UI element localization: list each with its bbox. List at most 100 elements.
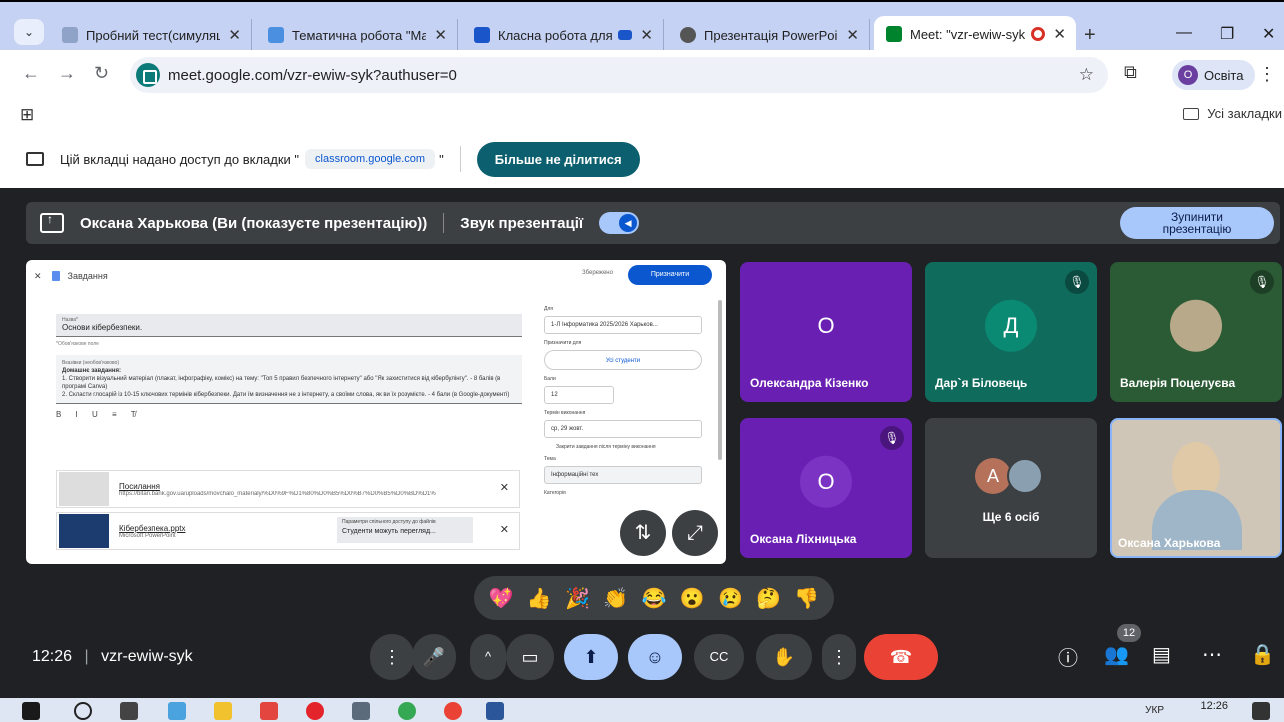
reaction-thumbs-down[interactable]: 👎 xyxy=(794,586,819,611)
test-icon xyxy=(62,27,78,43)
assignment-icon xyxy=(51,271,60,281)
swap-layout-button[interactable]: ⇅ xyxy=(620,510,666,556)
app-icon[interactable] xyxy=(260,702,278,720)
all-bookmarks-button[interactable]: Усі закладки xyxy=(1183,106,1282,121)
notifications-icon[interactable] xyxy=(1252,702,1270,720)
reload-button[interactable]: ↻ xyxy=(94,63,109,84)
tab-test[interactable]: Пробний тест(симуляці ✕ xyxy=(50,19,252,51)
avatar: О xyxy=(817,312,835,338)
bookmark-star-icon[interactable]: ☆ xyxy=(1079,65,1094,85)
tab-classwork[interactable]: Класна робота для ✕ xyxy=(462,19,664,51)
emoji-button[interactable]: ☺ xyxy=(628,634,682,680)
reaction-laugh[interactable]: 😂 xyxy=(642,586,667,611)
present-button[interactable]: ⬆ xyxy=(564,634,618,680)
raise-hand-button[interactable]: ✋ xyxy=(756,634,812,680)
file-explorer-icon[interactable] xyxy=(214,702,232,720)
more-options-button[interactable]: ⋮ xyxy=(822,634,856,680)
start-icon[interactable] xyxy=(22,702,40,720)
word-icon[interactable] xyxy=(486,702,504,720)
sharing-message: Цій вкладці надано доступ до вкладки " xyxy=(60,151,300,167)
apps-grid-icon[interactable]: ⊞ xyxy=(20,105,34,125)
reaction-surprised[interactable]: 😮 xyxy=(680,586,705,611)
people-icon[interactable]: 👥 xyxy=(1104,642,1129,667)
widgets-icon[interactable] xyxy=(168,702,186,720)
snowflake-icon xyxy=(268,27,284,43)
reaction-heart[interactable]: 💖 xyxy=(489,586,514,611)
close-icon[interactable]: ✕ xyxy=(228,26,241,44)
tab-search-button[interactable]: ⌄ xyxy=(14,19,44,45)
divider xyxy=(443,213,445,233)
avatar: О xyxy=(800,455,852,508)
close-icon[interactable]: ✕ xyxy=(846,26,859,44)
profile-label: Освіта xyxy=(1204,67,1244,83)
address-bar[interactable]: meet.google.com/vzr-ewiw-syk?authuser=0 … xyxy=(130,57,1108,93)
more-participants-tile[interactable]: A Ще 6 осіб xyxy=(925,418,1097,558)
reaction-thinking[interactable]: 🤔 xyxy=(756,586,781,611)
toolbar: ← → ↻ meet.google.com/vzr-ewiw-syk?authu… xyxy=(0,50,1284,100)
present-icon xyxy=(40,212,64,233)
language-indicator[interactable]: УКР xyxy=(1145,705,1164,716)
system-clock[interactable]: 12:26 xyxy=(1200,700,1228,712)
reaction-clap[interactable]: 👏 xyxy=(603,586,628,611)
chrome-icon[interactable] xyxy=(398,702,416,720)
site-info-icon[interactable] xyxy=(136,63,160,87)
participant-tile[interactable]: 🎙 Валерія Поцелуєва xyxy=(1110,262,1282,402)
extensions-icon[interactable]: ⧉ xyxy=(1124,62,1137,83)
calculator-icon[interactable] xyxy=(352,702,370,720)
close-icon[interactable]: ✕ xyxy=(434,26,447,44)
browser-menu-icon[interactable]: ⋮ xyxy=(1258,64,1276,85)
shared-site-chip: classroom.google.com xyxy=(305,149,436,169)
captions-button[interactable]: CC xyxy=(694,634,744,680)
url-text[interactable]: meet.google.com/vzr-ewiw-syk?authuser=0 xyxy=(168,67,457,84)
close-icon: ✕ xyxy=(499,524,509,536)
camera-button[interactable]: ▭ xyxy=(506,634,554,680)
globe-icon xyxy=(680,27,696,43)
back-button[interactable]: ← xyxy=(22,63,40,84)
minimize-button[interactable]: — xyxy=(1176,24,1192,42)
mic-button[interactable]: 🎤 xyxy=(412,634,456,680)
speaker-icon: ◀ xyxy=(619,214,638,232)
search-icon[interactable] xyxy=(74,702,92,720)
profile-button[interactable]: О Освіта xyxy=(1172,60,1256,90)
task-view-icon[interactable] xyxy=(120,702,138,720)
stop-presenting-button[interactable]: Зупинити презентацію xyxy=(1120,207,1274,239)
folder-icon xyxy=(1183,107,1200,120)
close-icon[interactable]: ✕ xyxy=(640,26,653,44)
reactions-bar: 💖 👍 🎉 👏 😂 😮 😢 🤔 👎 xyxy=(474,576,834,620)
presentation-sound-toggle[interactable]: ◀ xyxy=(599,212,640,234)
attachment-pptx: Кібербезпека.pptx Microsoft PowerPoint П… xyxy=(56,512,520,550)
participant-tile[interactable]: О Олександра Кізенко xyxy=(740,262,912,402)
participant-tile[interactable]: 🎙 О Оксана Ліхницька xyxy=(740,418,912,558)
reaction-thumbs-up[interactable]: 👍 xyxy=(527,586,552,611)
link-thumbnail xyxy=(59,472,109,506)
self-video-tile[interactable]: Оксана Харькова xyxy=(1110,418,1282,558)
leave-call-button[interactable]: ☎ xyxy=(864,634,938,680)
forward-button[interactable]: → xyxy=(58,63,76,84)
participant-tile[interactable]: 🎙 Д Дар`я Біловець xyxy=(925,262,1097,402)
close-icon: ✕ xyxy=(499,482,509,494)
avatar: A xyxy=(975,458,1011,494)
sharing-icon xyxy=(618,30,633,40)
tab-thematic[interactable]: Тематична робота "Ма ✕ xyxy=(256,19,458,51)
close-icon[interactable]: ✕ xyxy=(1053,25,1066,43)
new-tab-button[interactable]: + xyxy=(1084,24,1096,47)
info-icon[interactable]: ⓘ xyxy=(1058,642,1078,671)
audio-settings-button[interactable]: ⋮ xyxy=(370,634,414,680)
reaction-party[interactable]: 🎉 xyxy=(565,586,590,611)
chrome-icon[interactable] xyxy=(444,702,462,720)
tab-powerpoint[interactable]: Презентація PowerPoint ✕ xyxy=(668,19,870,51)
reaction-sad[interactable]: 😢 xyxy=(718,586,743,611)
tab-meet[interactable]: Meet: "vzr-ewiw-syk" ✕ xyxy=(874,16,1076,52)
restore-button[interactable]: ❐ xyxy=(1220,24,1234,44)
close-window-button[interactable]: ✕ xyxy=(1262,24,1275,44)
chat-icon[interactable]: ▤ xyxy=(1152,642,1171,667)
activities-icon[interactable]: ⋯ xyxy=(1202,642,1222,667)
stop-sharing-button[interactable]: Більше не ділитися xyxy=(476,141,640,177)
opera-icon[interactable] xyxy=(306,702,324,720)
camera-options-button[interactable]: ^ xyxy=(470,634,506,680)
host-controls-icon[interactable]: 🔒 xyxy=(1250,642,1275,667)
fullscreen-button[interactable]: ⤢ xyxy=(672,510,718,556)
bookmarks-bar: ⊞ Усі закладки xyxy=(0,100,1284,130)
attachment-link: Посилання https://bitan.bank.gov.ua/uplo… xyxy=(56,470,520,508)
participant-count-badge: 12 xyxy=(1117,624,1141,642)
